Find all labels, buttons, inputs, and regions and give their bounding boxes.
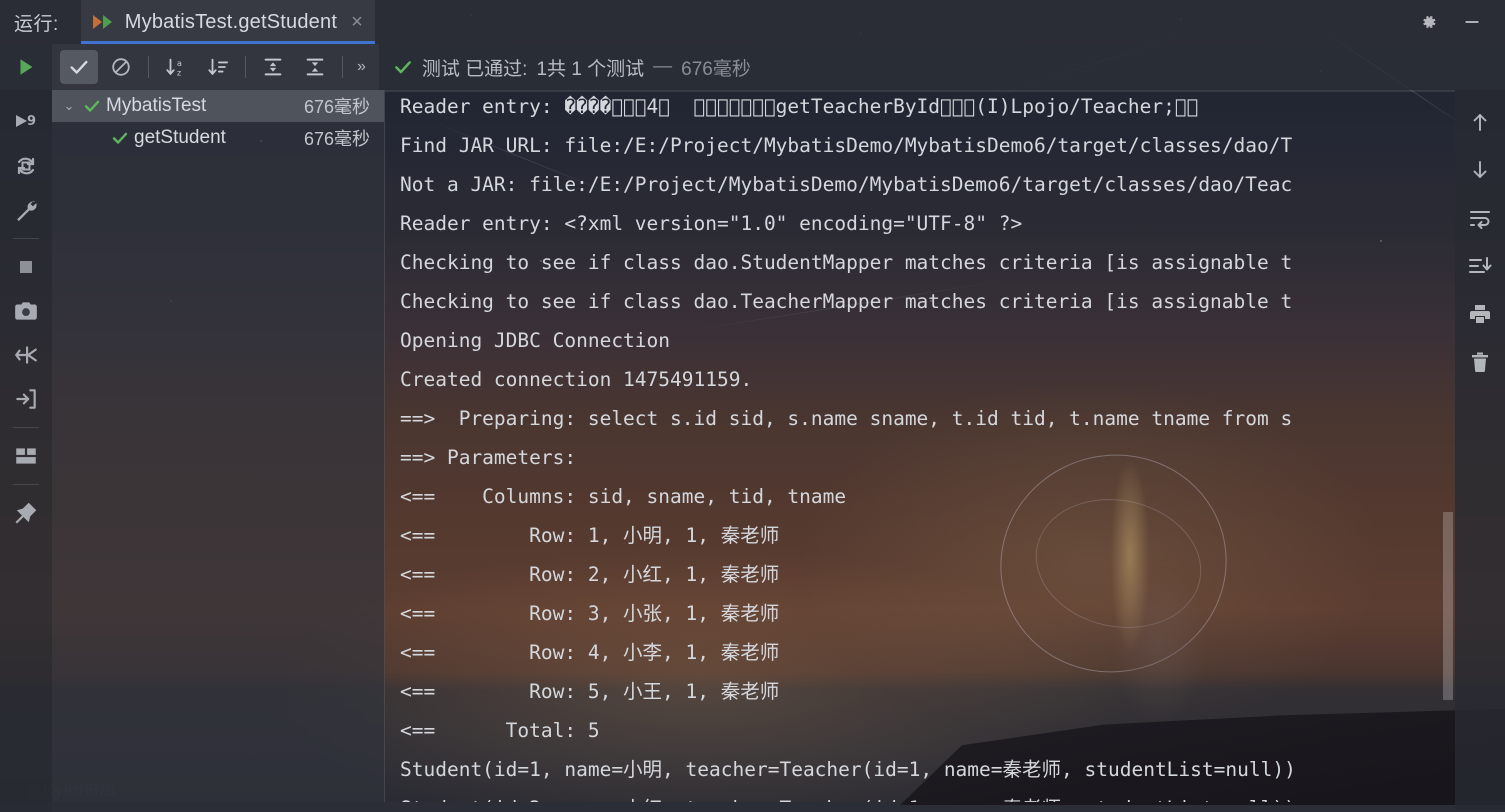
- test-runner-toolbar: a z » 测试 已通过: [0, 44, 1505, 90]
- rerun-tests-icon[interactable]: 9: [0, 100, 52, 144]
- test-status-line: 测试 已通过: 1共 1 个测试 — 676毫秒: [393, 54, 751, 81]
- rerun-failed-tests-icon[interactable]: [0, 144, 52, 188]
- screenshot-icon[interactable]: [0, 289, 52, 333]
- console-scrollbar-thumb[interactable]: [1443, 512, 1453, 700]
- svg-text:9: 9: [27, 114, 36, 129]
- test-status-prefix: 测试 已通过:: [422, 54, 528, 81]
- rerun-button[interactable]: [0, 56, 52, 78]
- soft-wrap-icon[interactable]: [1455, 194, 1505, 242]
- console-line: Reader entry: <?xml version="1.0" encodi…: [400, 204, 1455, 243]
- test-runner-left-toolbar: 9: [0, 90, 52, 812]
- test-status-count: 1共 1 个测试: [536, 54, 644, 81]
- toolbar-overflow-button[interactable]: »: [349, 58, 373, 76]
- console-line: ==> Parameters:: [400, 438, 1455, 477]
- test-status-duration: 676毫秒: [681, 54, 751, 81]
- print-icon[interactable]: [1455, 290, 1505, 338]
- scroll-up-icon[interactable]: [1455, 98, 1505, 146]
- console-right-toolbar: [1455, 90, 1505, 810]
- console-line: ==> Preparing: select s.id sid, s.name s…: [400, 399, 1455, 438]
- test-tree-row-label: MybatisTest: [106, 95, 206, 117]
- console-line: Opening JDBC Connection: [400, 321, 1455, 360]
- toolbar-separator: [245, 56, 246, 78]
- console-line: <== Columns: sid, sname, tid, tname: [400, 477, 1455, 516]
- svg-text:z: z: [177, 67, 181, 77]
- titlebar-actions: [1417, 11, 1505, 33]
- console-line: Student(id=1, name=小明, teacher=Teacher(i…: [400, 750, 1455, 789]
- run-tool-window-titlebar: 运行: MybatisTest.getStudent ×: [0, 0, 1505, 44]
- scroll-to-end-icon[interactable]: [1455, 242, 1505, 290]
- console-text: Reader entry: ����􏿽􏿽􏿽4􏿽 􏿽􏿽􏿽􏿽􏿽􏿽􏿽getTeache…: [400, 90, 1455, 802]
- show-ignored-toggle[interactable]: [102, 50, 140, 84]
- gear-icon[interactable]: [1417, 11, 1439, 33]
- toolbar-separator: [342, 56, 343, 78]
- console-line: <== Total: 5: [400, 711, 1455, 750]
- close-icon[interactable]: ×: [351, 12, 363, 32]
- console-line: Reader entry: ����􏿽􏿽􏿽4􏿽 􏿽􏿽􏿽􏿽􏿽􏿽􏿽getTeache…: [400, 90, 1455, 126]
- test-tree-row-label: getStudent: [134, 127, 226, 149]
- console-line: Find JAR URL: file:/E:/Project/MybatisDe…: [400, 126, 1455, 165]
- console-line: Checking to see if class dao.TeacherMapp…: [400, 282, 1455, 321]
- test-results-tree[interactable]: ⌄ MybatisTest 676毫秒 getStudent 676毫秒: [52, 90, 385, 802]
- test-settings-icon[interactable]: [0, 188, 52, 232]
- test-tree-row-duration: 676毫秒: [304, 125, 370, 151]
- run-configuration-tab-label: MybatisTest.getStudent: [125, 11, 337, 34]
- sort-duration-button[interactable]: [199, 50, 237, 84]
- console-output[interactable]: Reader entry: ����􏿽􏿽􏿽4􏿽 􏿽􏿽􏿽􏿽􏿽􏿽􏿽getTeache…: [385, 90, 1455, 802]
- run-configuration-tab[interactable]: MybatisTest.getStudent ×: [81, 0, 375, 44]
- console-line: Checking to see if class dao.StudentMapp…: [400, 243, 1455, 282]
- console-line: Not a JAR: file:/E:/Project/MybatisDemo/…: [400, 165, 1455, 204]
- test-tree-row[interactable]: ⌄ MybatisTest 676毫秒: [52, 90, 384, 122]
- stop-icon[interactable]: [0, 245, 52, 289]
- console-line: <== Row: 3, 小张, 1, 秦老师: [400, 594, 1455, 633]
- show-passed-toggle[interactable]: [60, 50, 98, 84]
- collapse-all-button[interactable]: [296, 50, 334, 84]
- layout-settings-icon[interactable]: [0, 434, 52, 478]
- console-line: Created connection 1475491159.: [400, 360, 1455, 399]
- console-line: <== Row: 4, 小李, 1, 秦老师: [400, 633, 1455, 672]
- console-line: Student(id=2, name=小红, teacher=Teacher(i…: [400, 789, 1455, 802]
- rail-separator: [13, 427, 39, 428]
- test-tree-row[interactable]: getStudent 676毫秒: [52, 122, 384, 154]
- pin-tab-icon[interactable]: [0, 491, 52, 535]
- toolbar-button-group: a z »: [52, 44, 379, 90]
- console-scrollbar[interactable]: [1441, 90, 1455, 802]
- check-icon: [108, 129, 132, 147]
- thread-dump-icon[interactable]: [0, 333, 52, 377]
- rail-separator: [13, 238, 39, 239]
- console-line: <== Row: 5, 小王, 1, 秦老师: [400, 672, 1455, 711]
- console-line: <== Row: 1, 小明, 1, 秦老师: [400, 516, 1455, 555]
- minimize-icon[interactable]: [1461, 11, 1483, 33]
- toolbar-separator: [148, 56, 149, 78]
- run-tool-window-label: 运行:: [14, 9, 59, 36]
- rail-separator: [13, 484, 39, 485]
- chevron-down-icon[interactable]: ⌄: [58, 98, 80, 114]
- clear-all-icon[interactable]: [1455, 338, 1505, 386]
- expand-all-button[interactable]: [254, 50, 292, 84]
- test-status-dash: —: [653, 56, 672, 78]
- scroll-down-icon[interactable]: [1455, 146, 1505, 194]
- console-line: <== Row: 2, 小红, 1, 秦老师: [400, 555, 1455, 594]
- sort-alpha-button[interactable]: a z: [157, 50, 195, 84]
- test-tree-row-duration: 676毫秒: [304, 93, 370, 119]
- check-icon: [80, 97, 104, 115]
- import-tests-icon[interactable]: [0, 377, 52, 421]
- run-configuration-icon: [93, 13, 113, 31]
- check-icon: [393, 57, 413, 77]
